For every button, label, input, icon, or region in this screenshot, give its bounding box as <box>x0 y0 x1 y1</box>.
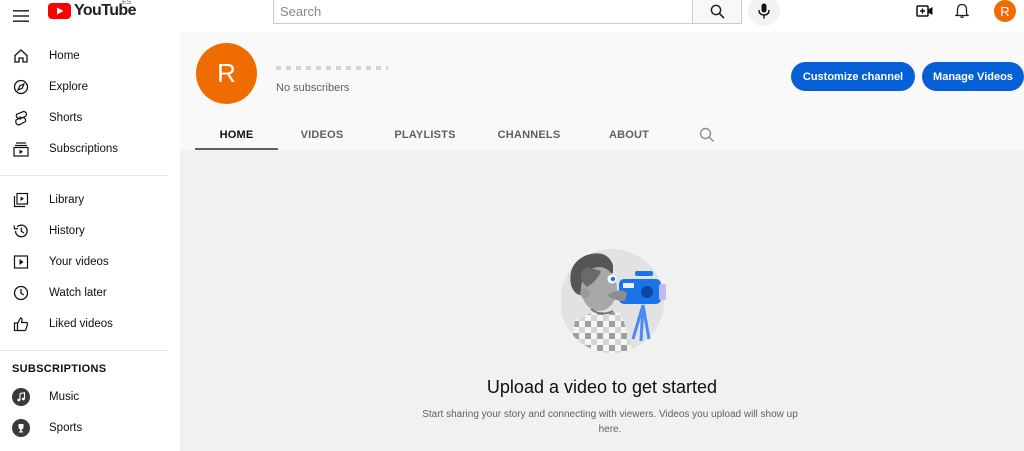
sidebar-item-sports[interactable]: Sports <box>0 413 180 443</box>
sidebar-item-shorts[interactable]: Shorts <box>0 103 180 133</box>
tab-videos[interactable]: VIDEOS <box>288 120 356 150</box>
tab-playlists[interactable]: PLAYLISTS <box>391 120 459 150</box>
sidebar-item-history[interactable]: History <box>0 216 180 246</box>
sidebar-divider <box>0 350 168 351</box>
home-icon <box>11 46 31 66</box>
sidebar-item-watch-later[interactable]: Watch later <box>0 278 180 308</box>
subscriptions-heading: SUBSCRIPTIONS <box>12 363 107 375</box>
sidebar-item-label: Subscriptions <box>49 143 119 155</box>
search-icon <box>710 4 725 19</box>
channel-avatar-music <box>11 387 31 407</box>
subscriptions-icon <box>11 139 31 159</box>
history-icon <box>11 221 31 241</box>
sidebar-item-label: Liked videos <box>49 318 113 330</box>
sidebar-item-label: Explore <box>49 81 88 93</box>
channel-avatar[interactable]: R <box>196 43 257 104</box>
music-note-icon <box>17 392 26 402</box>
your-videos-icon <box>11 252 31 272</box>
shorts-icon <box>11 108 31 128</box>
camera-operator-illustration <box>561 249 666 353</box>
sidebar: Home Explore Shorts Subscriptions Librar… <box>0 32 180 451</box>
sidebar-item-explore[interactable]: Explore <box>0 72 180 102</box>
sidebar-item-label: Your videos <box>49 256 109 268</box>
tab-about[interactable]: ABOUT <box>607 120 651 150</box>
search-input[interactable] <box>273 0 693 24</box>
clock-icon <box>11 283 31 303</box>
country-code: ES <box>122 0 132 6</box>
sidebar-item-liked-videos[interactable]: Liked videos <box>0 309 180 339</box>
microphone-icon <box>758 3 770 19</box>
notifications-button[interactable] <box>951 1 973 21</box>
tab-channels[interactable]: CHANNELS <box>495 120 563 150</box>
sidebar-item-your-videos[interactable]: Your videos <box>0 247 180 277</box>
channel-page: R No subscribers Customize channel Manag… <box>180 32 1024 451</box>
hamburger-icon <box>13 10 29 22</box>
bell-icon <box>955 3 969 19</box>
compass-icon <box>11 77 31 97</box>
top-bar: YouTube ES R <box>0 0 1024 32</box>
empty-state-title: Upload a video to get started <box>486 377 718 397</box>
sidebar-item-label: Home <box>49 50 80 62</box>
sidebar-divider <box>0 175 168 176</box>
sidebar-item-library[interactable]: Library <box>0 185 180 215</box>
sidebar-item-subscriptions[interactable]: Subscriptions <box>0 134 180 164</box>
tab-home[interactable]: HOME <box>195 120 278 150</box>
channel-search-icon[interactable] <box>698 126 716 144</box>
menu-button[interactable] <box>9 4 33 28</box>
customize-channel-button[interactable]: Customize channel <box>791 62 915 91</box>
search-button[interactable] <box>692 0 742 24</box>
sidebar-item-label: Shorts <box>49 112 83 124</box>
create-button[interactable] <box>914 1 936 21</box>
manage-videos-button[interactable]: Manage Videos <box>922 62 1024 91</box>
sidebar-item-label: Music <box>49 391 80 403</box>
channel-name-redacted <box>276 60 390 76</box>
sidebar-item-music[interactable]: Music <box>0 382 180 412</box>
account-avatar[interactable]: R <box>994 0 1016 22</box>
video-camera-plus-icon <box>916 5 933 17</box>
sidebar-item-label: Sports <box>49 422 83 434</box>
thumbs-up-icon <box>11 314 31 334</box>
channel-header: R No subscribers Customize channel Manag… <box>180 32 1024 150</box>
subscriber-count: No subscribers <box>276 82 350 94</box>
voice-search-button[interactable] <box>748 0 780 26</box>
sidebar-item-home[interactable]: Home <box>0 41 180 71</box>
sidebar-item-label: History <box>49 225 85 237</box>
sidebar-item-label: Library <box>49 194 85 206</box>
library-icon <box>11 190 31 210</box>
sidebar-item-label: Watch later <box>49 287 107 299</box>
channel-avatar-sports <box>11 418 31 438</box>
trophy-icon <box>18 424 24 433</box>
empty-state-description: Start sharing your story and connecting … <box>422 409 798 435</box>
youtube-play-icon <box>48 3 71 19</box>
